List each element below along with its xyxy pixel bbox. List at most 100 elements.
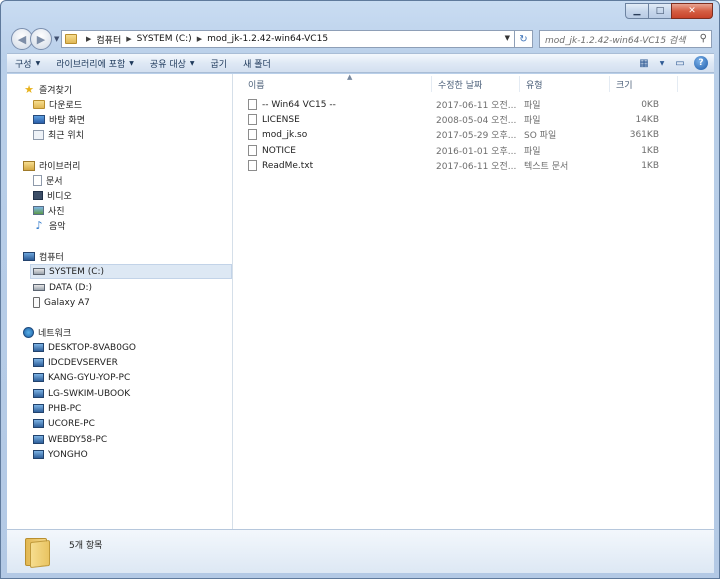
file-name: ReadMe.txt: [262, 160, 314, 171]
chevron-down-icon: ▼: [35, 59, 41, 67]
share-with-menu[interactable]: 공유 대상 ▼: [142, 57, 203, 70]
column-header-type[interactable]: 유형: [520, 76, 610, 92]
change-view-button[interactable]: ▦: [636, 56, 652, 70]
file-type: SO 파일: [524, 131, 557, 141]
nav-item-label: 최근 위치: [48, 131, 84, 141]
file-modified: 2017-05-29 오후...: [436, 131, 517, 141]
breadcrumb-system-drive[interactable]: SYSTEM (C:): [137, 34, 192, 44]
large-folder-icon: [25, 536, 51, 569]
file-row[interactable]: LICENSE 2008-05-04 오전... 파일 14KB: [234, 112, 714, 127]
nav-item-data-drive[interactable]: DATA (D:): [33, 280, 92, 295]
window-caption-buttons: ▁ □ ✕: [625, 3, 713, 19]
music-note-icon: ♪: [35, 219, 43, 232]
nav-item-recent-places[interactable]: 최근 위치: [33, 127, 84, 142]
navigation-pane[interactable]: ★ 즐겨찾기 다운로드 바탕 화면 최근 위치 라이브러리 문서 비디오 사진 …: [7, 74, 233, 529]
forward-arrow-icon: ▶: [36, 32, 46, 46]
network-computer-icon: [33, 358, 44, 367]
nav-item-downloads[interactable]: 다운로드: [33, 97, 82, 112]
chevron-right-icon[interactable]: ▶: [126, 35, 131, 43]
file-name-cell: -- Win64 VC15 --: [248, 97, 428, 112]
column-header-size[interactable]: 크기: [610, 76, 678, 92]
file-icon: [248, 129, 257, 140]
breadcrumb-current-folder[interactable]: mod_jk-1.2.42-win64-VC15: [207, 34, 328, 44]
nav-item-network-host[interactable]: PHB-PC: [33, 401, 81, 416]
breadcrumb-computer[interactable]: 컴퓨터: [96, 33, 121, 46]
file-size: 1KB: [641, 145, 659, 156]
organize-menu[interactable]: 구성 ▼: [7, 57, 48, 70]
column-header-name[interactable]: ▲ 이름: [242, 73, 432, 92]
picture-icon: [33, 206, 44, 215]
file-icon: [248, 99, 257, 110]
view-options-dropdown[interactable]: ▼: [658, 56, 666, 70]
file-list[interactable]: ▲ 이름 수정한 날짜 유형 크기 -- Win64 VC15 -- 2017-…: [234, 73, 714, 529]
network-computer-icon: [33, 450, 44, 459]
nav-item-network-host[interactable]: UCORE-PC: [33, 416, 95, 431]
file-size: 0KB: [641, 99, 659, 110]
nav-item-documents[interactable]: 문서: [33, 173, 63, 188]
nav-item-galaxy-a7[interactable]: Galaxy A7: [33, 295, 90, 310]
file-type: 파일: [524, 116, 541, 126]
nav-item-label: PHB-PC: [48, 403, 82, 414]
downloads-folder-icon: [33, 100, 45, 109]
nav-item-network-host[interactable]: WEBDY58-PC: [33, 432, 107, 447]
organize-label: 구성: [15, 59, 32, 70]
chevron-right-icon[interactable]: ▶: [86, 35, 91, 43]
file-row[interactable]: ReadMe.txt 2017-06-11 오전... 텍스트 문서 1KB: [234, 158, 714, 173]
search-input[interactable]: mod_jk-1.2.42-win64-VC15 검색 ⚲: [539, 30, 712, 48]
preview-pane-button[interactable]: ▭: [672, 56, 688, 70]
nav-favorites[interactable]: ★ 즐겨찾기: [23, 82, 72, 97]
sort-ascending-icon: ▲: [347, 73, 353, 81]
column-header-label: 수정한 날짜: [438, 80, 483, 91]
nav-item-system-drive[interactable]: SYSTEM (C:): [30, 264, 232, 279]
refresh-button[interactable]: ↻: [515, 30, 533, 48]
column-header-modified[interactable]: 수정한 날짜: [432, 76, 520, 92]
forward-button[interactable]: ▶: [30, 28, 52, 50]
command-bar: 구성 ▼ 라이브러리에 포함 ▼ 공유 대상 ▼ 굽기 새 폴더 ▦ ▼ ▭ ?: [7, 53, 714, 73]
burn-button[interactable]: 굽기: [203, 57, 236, 70]
nav-item-network-host[interactable]: YONGHO: [33, 447, 88, 462]
help-button[interactable]: ?: [694, 56, 708, 70]
nav-item-label: DESKTOP-8VAB0GO: [48, 342, 137, 353]
nav-item-pictures[interactable]: 사진: [33, 203, 65, 218]
add-to-library-label: 라이브러리에 포함: [56, 59, 126, 70]
column-header-label: 유형: [526, 80, 543, 91]
nav-computer[interactable]: 컴퓨터: [23, 249, 64, 264]
breadcrumb: ▶ 컴퓨터 ▶ SYSTEM (C:) ▶ mod_jk-1.2.42-win6…: [81, 33, 328, 46]
file-type: 파일: [524, 147, 541, 157]
file-row[interactable]: -- Win64 VC15 -- 2017-06-11 오전... 파일 0KB: [234, 97, 714, 112]
new-folder-button[interactable]: 새 폴더: [235, 57, 279, 70]
nav-item-label: 음악: [49, 222, 66, 232]
add-to-library-menu[interactable]: 라이브러리에 포함 ▼: [48, 57, 142, 70]
nav-item-network-host[interactable]: KANG-GYU-YOP-PC: [33, 370, 130, 385]
close-button[interactable]: ✕: [671, 3, 713, 19]
search-icon[interactable]: ⚲: [700, 33, 707, 44]
nav-item-music[interactable]: ♪ 음악: [33, 218, 66, 233]
nav-network[interactable]: 네트워크: [23, 325, 71, 340]
nav-item-network-host[interactable]: DESKTOP-8VAB0GO: [33, 340, 136, 355]
network-computer-icon: [33, 389, 44, 398]
chevron-right-icon[interactable]: ▶: [197, 35, 202, 43]
network-computer-icon: [33, 419, 44, 428]
nav-libraries[interactable]: 라이브러리: [23, 158, 80, 173]
file-row[interactable]: NOTICE 2016-01-01 오후... 파일 1KB: [234, 143, 714, 158]
nav-item-desktop[interactable]: 바탕 화면: [33, 112, 85, 127]
address-history-dropdown[interactable]: ▼: [505, 34, 510, 42]
item-count: 5개 항목: [69, 541, 103, 551]
nav-item-label: 비디오: [47, 192, 72, 202]
recent-pages-dropdown[interactable]: ▼: [54, 35, 59, 43]
file-row[interactable]: mod_jk.so 2017-05-29 오후... SO 파일 361KB: [234, 127, 714, 142]
chevron-down-icon: ▼: [189, 59, 195, 67]
nav-item-network-host[interactable]: IDCDEVSERVER: [33, 355, 118, 370]
address-bar[interactable]: ▶ 컴퓨터 ▶ SYSTEM (C:) ▶ mod_jk-1.2.42-win6…: [61, 30, 515, 48]
file-name-cell: ReadMe.txt: [248, 158, 428, 173]
file-name: -- Win64 VC15 --: [262, 99, 336, 110]
network-computer-icon: [33, 404, 44, 413]
minimize-button[interactable]: ▁: [625, 3, 649, 19]
network-computer-icon: [33, 373, 44, 382]
star-icon: ★: [24, 83, 34, 96]
maximize-button[interactable]: □: [648, 3, 672, 19]
view-controls: ▦ ▼ ▭ ?: [636, 56, 708, 70]
nav-item-videos[interactable]: 비디오: [33, 188, 72, 203]
nav-item-label: DATA (D:): [49, 282, 93, 293]
nav-item-network-host[interactable]: LG-SWKIM-UBOOK: [33, 386, 130, 401]
